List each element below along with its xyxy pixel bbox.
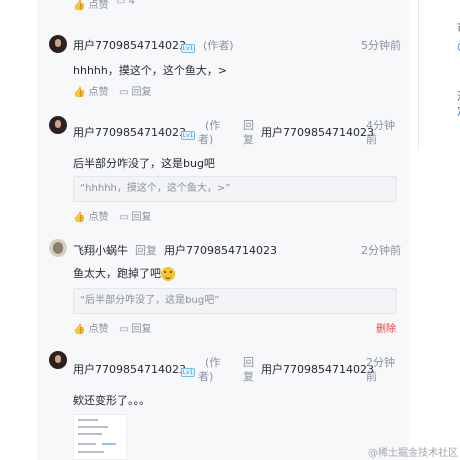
reply-word: 复 — [243, 133, 254, 146]
watermark: @稀土掘金技术社区 — [368, 448, 458, 459]
avatar[interactable] — [49, 351, 67, 369]
reply-word: 回复 — [135, 244, 157, 257]
author-tag: 者) — [198, 370, 214, 383]
comment-text: 鱼太大，跑掉了吧 — [73, 265, 175, 281]
avatar[interactable] — [49, 239, 67, 257]
level-badge: Lv1 — [181, 44, 195, 53]
comment-image-thumbnail[interactable] — [73, 414, 127, 460]
thumbs-up-icon: 👍 — [73, 0, 86, 11]
comment-icon: ▭ — [119, 87, 129, 98]
level-badge: Lv1 — [181, 131, 195, 140]
like-button[interactable]: 👍 点赞 — [73, 208, 108, 223]
comment-icon: ▭ — [119, 324, 129, 335]
comment-username[interactable]: 飞翔小蜗牛 — [73, 242, 128, 258]
comment-text: 后半部分咋没了，这是bug吧 — [73, 157, 215, 170]
comment-icon: ▭ — [119, 212, 129, 223]
comment-text: 欸还变形了。。。 — [73, 394, 150, 407]
comment-time: 前 — [366, 370, 377, 383]
comment-time: 2分钟前 — [361, 244, 401, 257]
reply-target-username[interactable]: 用户7709854714023 — [261, 124, 374, 140]
reply-button[interactable]: ▭ 回复 — [119, 208, 151, 223]
like-button[interactable]: 👍 点赞 — [73, 83, 108, 98]
reply-button[interactable]: ▭ 回复 — [119, 83, 151, 98]
reply-target-username[interactable]: 用户7709854714023 — [164, 242, 277, 258]
slightly-smiling-face-icon — [161, 267, 175, 281]
comment-time: 前 — [366, 133, 377, 146]
top-like-button[interactable]: 👍 点赞 — [73, 0, 108, 11]
comment-text: hhhhh，摸这个，这个鱼大，> — [73, 64, 228, 77]
reply-word: 复 — [243, 370, 254, 383]
reply-target-username[interactable]: 用户7709854714023 — [261, 361, 374, 377]
reply-button[interactable]: ▭ 回复 — [119, 320, 151, 335]
author-tag: 者) — [198, 133, 214, 146]
comment-time: 5分钟前 — [361, 39, 401, 52]
comment-icon: ▭ — [116, 0, 126, 7]
thumbs-up-icon: 👍 — [73, 324, 86, 335]
level-badge: Lv1 — [181, 368, 195, 377]
comment-username[interactable]: 用户7709854714023 — [73, 124, 186, 140]
thumbs-up-icon: 👍 — [73, 87, 86, 98]
avatar[interactable] — [49, 116, 67, 134]
right-sidebar: 可 @ 海 定 — [418, 0, 460, 150]
comment-username[interactable]: 用户7709854714023 — [73, 361, 186, 377]
top-comment-button[interactable]: ▭ 4 — [116, 0, 135, 7]
avatar[interactable] — [49, 35, 67, 53]
quoted-comment: “hhhhh，摸这个，这个鱼大，>” — [73, 176, 397, 202]
like-button[interactable]: 👍 点赞 — [73, 320, 108, 335]
thumbs-up-icon: 👍 — [73, 212, 86, 223]
quoted-comment: “后半部分咋没了，这是bug吧” — [73, 288, 397, 314]
delete-button[interactable]: 删除 — [376, 320, 396, 335]
author-tag: (作者) — [203, 39, 234, 52]
comment-username[interactable]: 用户7709854714023 — [73, 37, 186, 53]
